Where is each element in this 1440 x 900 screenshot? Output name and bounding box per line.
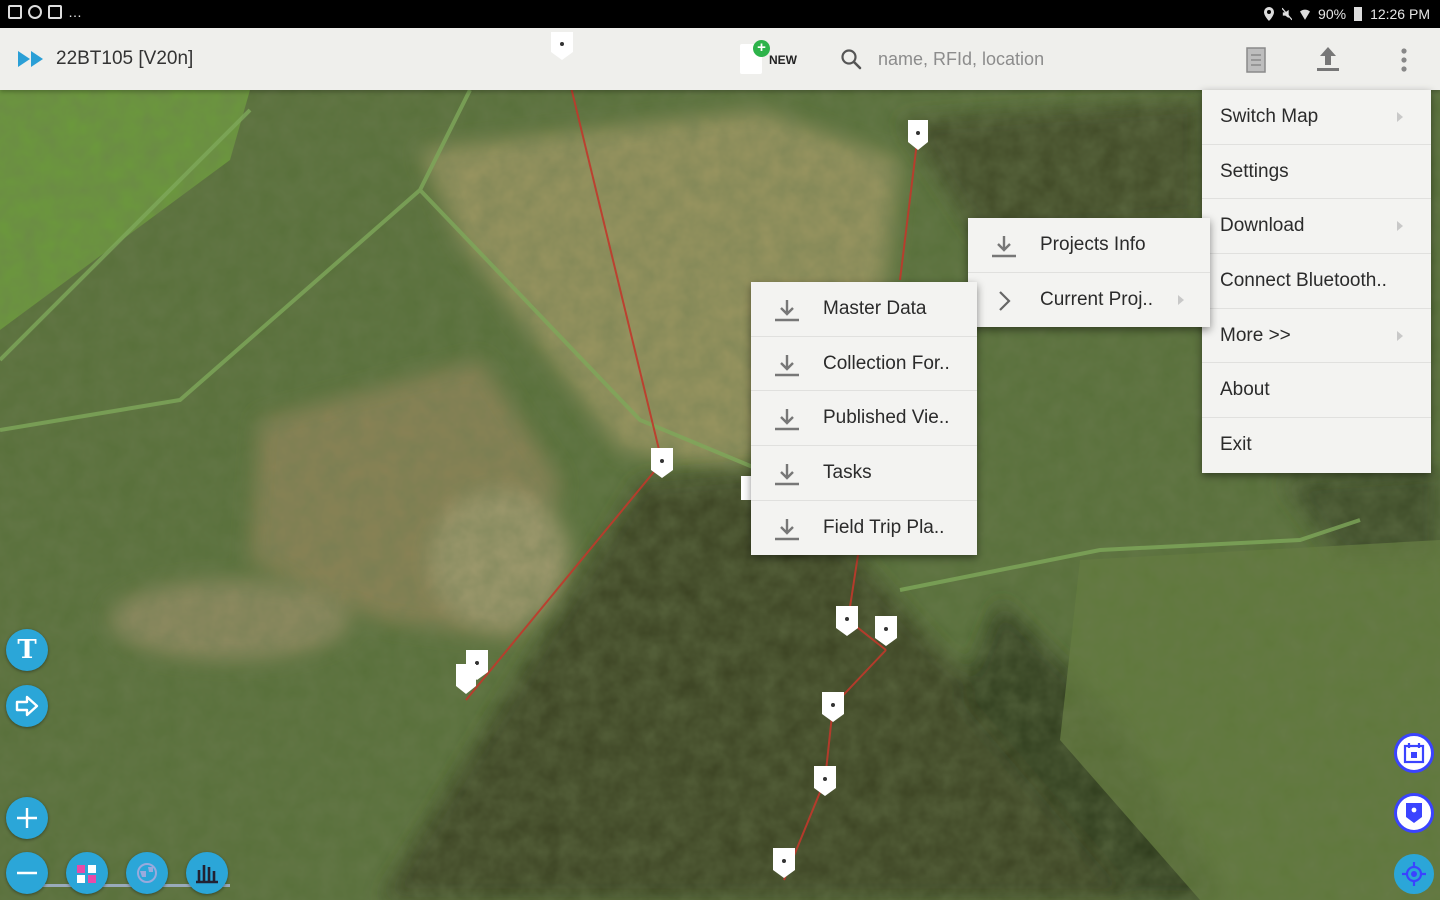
zoom-in-button[interactable] [6, 797, 48, 839]
layers-button[interactable] [66, 852, 108, 894]
submenu-arrow-icon [1397, 112, 1403, 122]
map-marker[interactable] [651, 448, 673, 478]
status-bar: … 90% 12:26 PM [0, 0, 1440, 28]
menu-item-current-project[interactable]: Current Proj.. [968, 273, 1210, 328]
download-icon [775, 409, 799, 431]
menu-item-label: Download [1220, 215, 1305, 237]
menu-item-published-views[interactable]: Published Vie.. [751, 391, 977, 447]
submenu-arrow-icon [1397, 330, 1403, 341]
photo-notification-icon [8, 5, 22, 19]
ruler-icon [196, 865, 218, 884]
menu-item-label: More >> [1220, 324, 1291, 346]
map-marker[interactable] [836, 606, 858, 636]
menu-item-label: Tasks [823, 461, 872, 483]
new-label: NEW [769, 53, 797, 67]
map-marker[interactable] [773, 848, 795, 878]
menu-item-label: Connect Bluetooth.. [1220, 269, 1387, 291]
menu-item-field-trip-plans[interactable]: Field Trip Pla.. [751, 501, 977, 556]
zoom-out-icon [17, 871, 37, 875]
download-submenu: Projects Info Current Proj.. [968, 218, 1210, 328]
project-title: 22BT105 [V20n] [56, 48, 194, 69]
search-icon[interactable] [840, 48, 862, 70]
zoom-out-button[interactable] [6, 852, 48, 894]
location-status-icon [1264, 7, 1275, 21]
fast-forward-icon[interactable] [18, 49, 46, 69]
battery-percent: 90% [1318, 6, 1347, 22]
upload-icon[interactable] [1314, 44, 1342, 74]
map-marker[interactable] [814, 766, 836, 796]
globe-icon [137, 863, 157, 883]
battery-icon [1354, 7, 1363, 21]
menu-item-label: Master Data [823, 297, 927, 319]
menu-item-switch-map[interactable]: Switch Map [1202, 90, 1431, 145]
chevron-right-icon [999, 290, 1011, 311]
download-icon [775, 354, 799, 376]
navigate-arrow-icon [15, 695, 39, 717]
document-icon[interactable] [1244, 46, 1268, 74]
app-toolbar: 22BT105 [V20n] + NEW [0, 28, 1440, 90]
download-icon [992, 236, 1016, 258]
navigate-button[interactable] [6, 685, 48, 727]
map-marker[interactable] [741, 476, 751, 500]
menu-item-projects-info[interactable]: Projects Info [968, 218, 1210, 273]
text-tool-icon: T [17, 635, 37, 665]
mute-status-icon [1282, 7, 1293, 21]
menu-item-label: Collection For.. [823, 352, 950, 374]
map-marker[interactable] [456, 664, 476, 694]
submenu-arrow-icon [1397, 221, 1403, 232]
sync-notification-icon [28, 5, 42, 19]
add-marker-button[interactable] [1394, 793, 1434, 833]
menu-item-label: Current Proj.. [1040, 289, 1153, 311]
ruler-button[interactable] [186, 852, 228, 894]
menu-item-connect-bluetooth[interactable]: Connect Bluetooth.. [1202, 254, 1431, 309]
overflow-menu-icon[interactable] [1396, 46, 1412, 74]
globe-button[interactable] [126, 852, 168, 894]
menu-item-exit[interactable]: Exit [1202, 418, 1431, 473]
download-icon [775, 300, 799, 322]
search-input[interactable] [872, 42, 1172, 76]
wifi-status-icon [1300, 9, 1311, 20]
clock: 12:26 PM [1370, 6, 1430, 22]
my-location-icon [1402, 862, 1426, 886]
menu-item-about[interactable]: About [1202, 363, 1431, 419]
add-marker-icon [1406, 803, 1422, 823]
menu-item-label: Exit [1220, 434, 1252, 456]
menu-item-settings[interactable]: Settings [1202, 145, 1431, 200]
map-marker[interactable] [822, 692, 844, 722]
menu-item-label: About [1220, 379, 1270, 401]
download-icon [775, 518, 799, 540]
menu-item-label: Switch Map [1220, 105, 1319, 127]
gallery-notification-icon [48, 5, 62, 19]
menu-item-download[interactable]: Download [1202, 199, 1431, 255]
menu-item-label: Field Trip Pla.. [823, 517, 945, 539]
download-icon [775, 464, 799, 486]
more-notifications-icon: … [68, 4, 82, 20]
calendar-button[interactable] [1394, 733, 1434, 773]
zoom-in-icon [17, 808, 37, 828]
menu-item-label: Projects Info [1040, 233, 1146, 255]
current-project-submenu: Master Data Collection For.. Published V… [751, 282, 977, 556]
submenu-arrow-icon [1178, 294, 1184, 305]
menu-item-collection-forms[interactable]: Collection For.. [751, 337, 977, 392]
my-location-button[interactable] [1394, 854, 1434, 894]
map-marker[interactable] [548, 30, 576, 62]
calendar-icon [1403, 743, 1425, 764]
text-tool-button[interactable]: T [6, 629, 48, 671]
overflow-menu: Switch Map Settings Download Connect Blu… [1202, 90, 1431, 473]
menu-item-more[interactable]: More >> [1202, 309, 1431, 364]
layers-icon [77, 865, 96, 883]
map-marker[interactable] [908, 120, 928, 150]
add-circle-icon: + [753, 40, 770, 57]
new-record-button[interactable]: + NEW [740, 38, 806, 82]
menu-item-label: Published Vie.. [823, 407, 950, 429]
menu-item-label: Settings [1220, 160, 1289, 182]
menu-item-tasks[interactable]: Tasks [751, 446, 977, 501]
map-marker[interactable] [875, 616, 897, 646]
menu-item-master-data[interactable]: Master Data [751, 282, 977, 337]
